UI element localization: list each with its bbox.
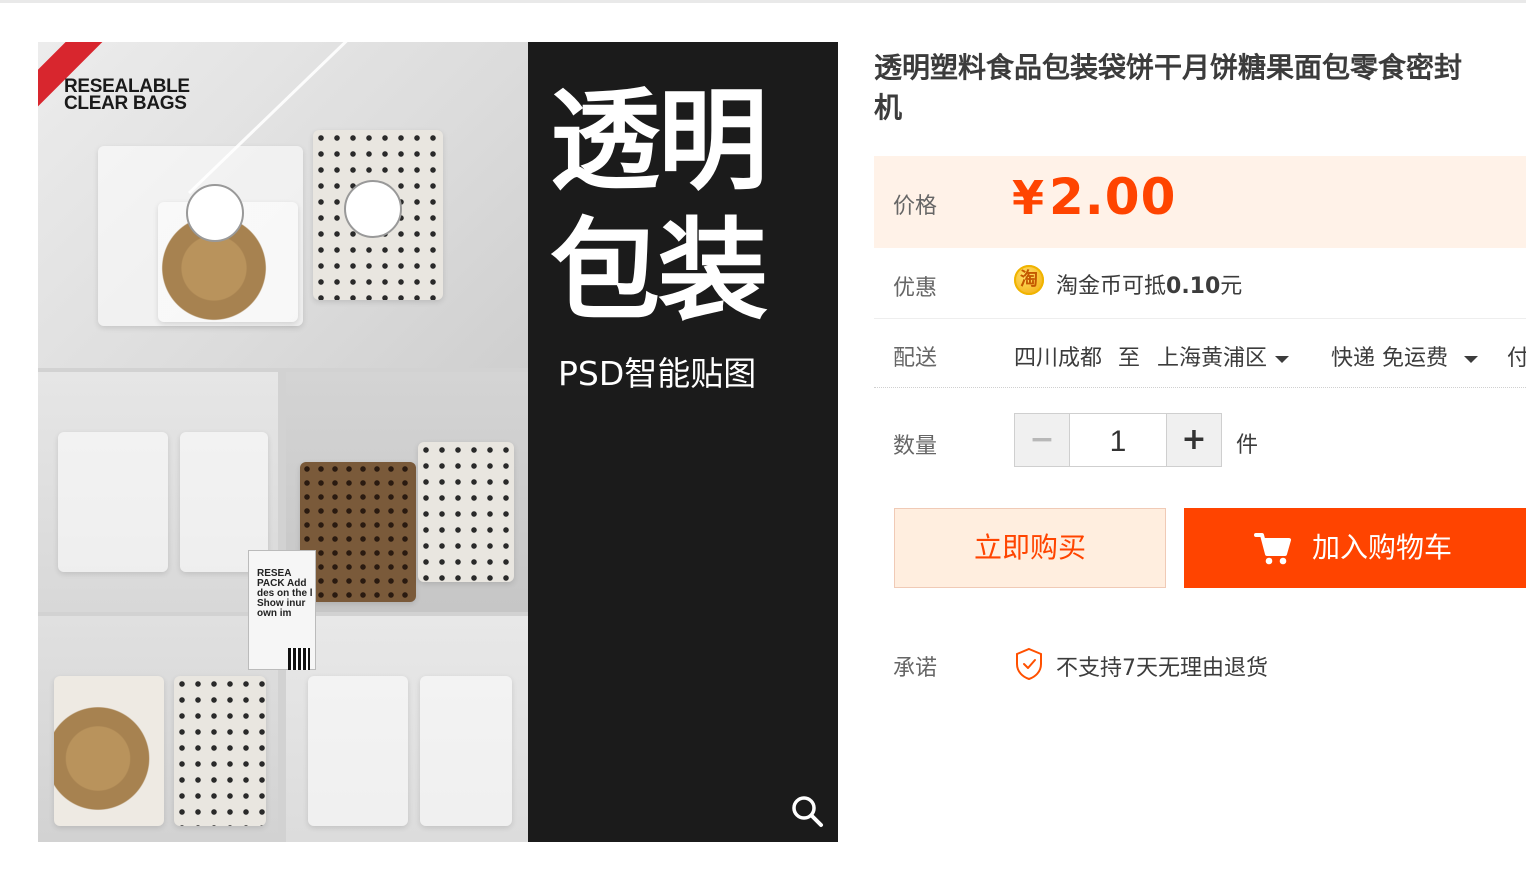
chevron-down-icon <box>1464 355 1478 363</box>
destination-select[interactable]: 上海黄浦区 <box>1157 340 1290 372</box>
dotted-bag <box>174 676 266 826</box>
product-main-image[interactable]: RESEALABLE CLEAR BAGS RESEA PACK Add des… <box>38 42 838 842</box>
qr-code <box>288 648 310 670</box>
image-headline-line1: 透明 <box>550 77 768 205</box>
destination-value: 上海黄浦区 <box>1157 346 1268 371</box>
image-subline: PSD智能贴图 <box>558 354 757 393</box>
quantity-input[interactable]: 1 <box>1069 414 1167 466</box>
currency-symbol: ¥ <box>1012 171 1046 225</box>
quantity-decrease-button[interactable]: − <box>1015 414 1070 466</box>
clear-bag <box>308 676 408 826</box>
buy-now-button[interactable]: 立即购买 <box>894 508 1166 588</box>
price-value: ¥2.00 <box>1012 168 1176 226</box>
product-title-continued: 机 <box>874 91 903 124</box>
price-panel <box>874 156 1526 248</box>
add-to-cart-button[interactable]: 加入购物车 <box>1184 508 1526 588</box>
shipping-to-word: 至 <box>1118 346 1141 371</box>
product-title: 透明塑料食品包装袋饼干月饼糖果面包零食密封 <box>874 51 1463 84</box>
promo-text-suffix: 元 <box>1220 274 1243 299</box>
zoom-icon[interactable] <box>790 794 824 828</box>
shipping-origin: 四川成都 <box>1014 346 1103 371</box>
shield-check-icon <box>1016 647 1042 681</box>
quantity-increase-button[interactable]: + <box>1166 414 1221 466</box>
promo-text: 淘金币可抵0.10元 <box>1056 268 1242 300</box>
chevron-down-icon <box>1275 355 1290 363</box>
price-amount: 2.00 <box>1049 168 1177 226</box>
clear-bag <box>420 676 512 826</box>
dotted-bag <box>418 442 514 582</box>
mockup-panel <box>286 616 528 842</box>
mockup-title: RESEALABLE CLEAR BAGS <box>64 76 190 114</box>
coin-icon: 淘 <box>1014 265 1044 295</box>
mockup-panel <box>286 372 528 612</box>
add-to-cart-label: 加入购物车 <box>1312 531 1453 564</box>
cookie-bag <box>54 676 164 826</box>
promo-text-prefix: 淘金币可抵 <box>1056 274 1167 299</box>
cart-icon <box>1254 533 1291 565</box>
price-label: 价格 <box>893 194 938 219</box>
divider <box>874 318 1526 319</box>
clear-bag <box>58 432 168 572</box>
shipping-label: 配送 <box>893 346 938 371</box>
shipping-extra: 付 <box>1507 346 1526 371</box>
shipping-method-select[interactable]: 快递 免运费 <box>1331 340 1478 372</box>
top-divider <box>0 0 1526 3</box>
packaging-seal <box>344 180 402 238</box>
quantity-label: 数量 <box>893 434 938 459</box>
promo-amount: 0.10 <box>1166 274 1221 299</box>
packaging-seal <box>186 184 244 242</box>
image-headline-line2: 包装 <box>550 207 768 335</box>
mockup-panel-hero: RESEALABLE CLEAR BAGS <box>38 42 528 368</box>
promise-label: 承诺 <box>893 656 938 681</box>
mockup-collage: RESEALABLE CLEAR BAGS RESEA PACK Add des… <box>38 42 528 842</box>
quantity-stepper: − 1 + <box>1014 413 1222 467</box>
divider-dotted <box>874 387 1526 388</box>
cookie-bag <box>300 462 416 602</box>
quantity-unit: 件 <box>1236 433 1259 458</box>
image-text-block: 透明 包装 PSD智能贴图 <box>528 42 838 842</box>
mockup-panel <box>38 616 278 842</box>
image-headline: 透明 包装 <box>550 76 830 336</box>
shipping-method-value: 快递 免运费 <box>1331 346 1448 371</box>
promise-text: 不支持7天无理由退货 <box>1056 656 1268 681</box>
mockup-panel <box>38 372 278 612</box>
promo-label: 优惠 <box>893 276 938 301</box>
